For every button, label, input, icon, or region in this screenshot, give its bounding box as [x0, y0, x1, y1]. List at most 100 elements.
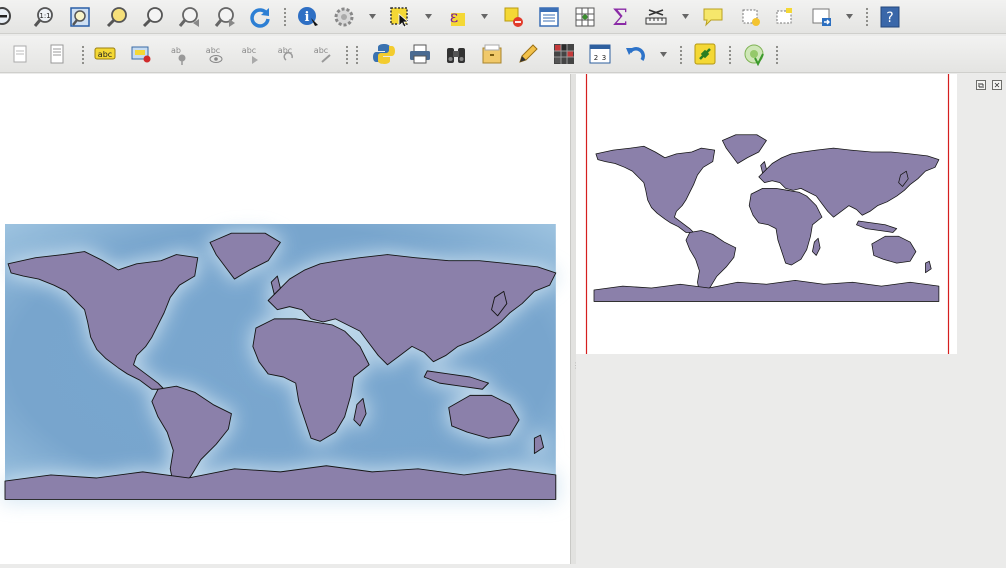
field-calculator-button[interactable]	[571, 3, 599, 31]
zoom-native-resolution-icon: 1:1	[33, 7, 53, 27]
svg-text:3: 3	[602, 54, 606, 62]
binoculars-search-button[interactable]	[442, 40, 470, 68]
text-annotation-button[interactable]	[699, 3, 727, 31]
antarctica-landmass	[593, 279, 940, 302]
north-america-landmass	[595, 145, 716, 233]
zoom-out-button[interactable]	[0, 3, 16, 31]
select-by-expression-icon: ε	[450, 7, 465, 26]
print-button[interactable]	[406, 40, 434, 68]
python-console-icon	[373, 44, 395, 64]
attribute-table-button[interactable]	[535, 3, 563, 31]
world-map	[1, 224, 559, 503]
change-label-icon: abc	[314, 46, 331, 63]
zoom-to-layer-icon	[142, 7, 163, 28]
georeferencer-icon	[744, 44, 764, 66]
svg-text:ε: ε	[450, 7, 458, 26]
float-panel-button[interactable]: ⧉	[976, 80, 986, 90]
show-hide-labels-icon: abc	[206, 46, 223, 63]
pin-labels-button[interactable]: ab	[164, 40, 192, 68]
composer-manager-icon	[50, 44, 64, 64]
statistical-summary-button[interactable]: Σ	[606, 3, 634, 31]
australia-landmass	[871, 235, 917, 264]
zoom-next-icon	[214, 7, 235, 27]
pencil-icon	[519, 44, 538, 63]
archive-folder-button[interactable]	[478, 40, 506, 68]
select-by-expression-button[interactable]: ε	[442, 3, 470, 31]
refresh-icon	[250, 8, 270, 28]
layer-diagram-button[interactable]	[127, 40, 155, 68]
zoom-last-button[interactable]	[176, 3, 204, 31]
new-print-composer-button[interactable]	[6, 40, 34, 68]
toolbar-separator	[82, 45, 84, 65]
zoom-out-icon	[0, 7, 11, 25]
zoom-to-selection-button[interactable]	[103, 3, 131, 31]
svg-text:abc: abc	[242, 46, 256, 55]
deselect-all-button[interactable]	[500, 3, 528, 31]
plugin-manager-button[interactable]	[691, 40, 719, 68]
whats-this-help-button[interactable]: ?	[876, 3, 904, 31]
africa-landmass	[748, 188, 823, 266]
zoom-to-layer-button[interactable]	[139, 3, 167, 31]
whats-this-help-icon: ?	[880, 6, 900, 28]
show-bookmarks-button[interactable]	[771, 3, 799, 31]
zoom-full-button[interactable]	[66, 3, 94, 31]
deselect-all-icon	[504, 7, 523, 27]
python-console-button[interactable]	[370, 40, 398, 68]
overview-dock-panel: ⧉ ✕	[576, 71, 1006, 564]
chevron-down-icon[interactable]	[681, 12, 690, 21]
change-label-button[interactable]: abc	[308, 40, 336, 68]
raster-grid-icon	[554, 44, 574, 64]
composer-manager-button[interactable]	[43, 40, 71, 68]
chevron-down-icon[interactable]	[480, 12, 489, 21]
map-canvas[interactable]	[0, 74, 570, 564]
move-label-button[interactable]: abc	[236, 40, 264, 68]
show-hide-labels-button[interactable]: abc	[200, 40, 228, 68]
svg-text:i: i	[305, 10, 310, 25]
print-icon	[410, 44, 430, 64]
overview-map-canvas[interactable]	[576, 71, 957, 357]
plugin-manager-icon	[694, 43, 716, 65]
refresh-button[interactable]	[246, 3, 274, 31]
chevron-down-icon[interactable]	[845, 12, 854, 21]
toolbar-separator	[729, 45, 731, 65]
toolbar-separator	[356, 45, 358, 65]
zoom-native-resolution-button[interactable]: 1:1	[30, 3, 58, 31]
zoom-full-icon	[70, 7, 90, 27]
identify-features-button[interactable]: i	[294, 3, 322, 31]
layer-labeling-button[interactable]: abc	[91, 40, 119, 68]
close-panel-button[interactable]: ✕	[992, 80, 1002, 90]
select-features-button[interactable]	[386, 3, 414, 31]
run-feature-action-button[interactable]	[330, 3, 358, 31]
move-label-icon: abc	[242, 46, 258, 64]
show-bookmarks-icon	[776, 8, 792, 24]
toolbar-separator	[284, 7, 286, 27]
toolbar-separator	[346, 45, 348, 65]
select-features-icon	[390, 7, 410, 28]
toolbar-separator	[776, 45, 778, 65]
chevron-down-icon[interactable]	[368, 12, 377, 21]
zoom-next-button[interactable]	[212, 3, 240, 31]
map-tips-button[interactable]	[808, 3, 836, 31]
new-bookmark-button[interactable]	[737, 3, 765, 31]
pin-labels-icon: ab	[171, 46, 186, 65]
rotate-label-button[interactable]: abc	[272, 40, 300, 68]
toolbar-separator	[680, 45, 682, 65]
chevron-down-icon[interactable]	[659, 50, 668, 59]
new-print-composer-icon	[13, 45, 27, 63]
plugins-toolbar: abc ab abc abc abc abc 23	[0, 36, 1006, 73]
pencil-button[interactable]	[514, 40, 542, 68]
measure-line-button[interactable]	[642, 3, 670, 31]
svg-text:abc: abc	[206, 46, 220, 55]
raster-grid-button[interactable]	[550, 40, 578, 68]
field-calculator-icon	[575, 7, 595, 27]
svg-text:Σ: Σ	[612, 6, 628, 29]
georeferencer-button[interactable]	[740, 40, 768, 68]
text-annotation-icon	[703, 8, 723, 27]
zoom-last-icon	[178, 7, 199, 27]
svg-text:abc: abc	[98, 50, 112, 59]
chevron-down-icon[interactable]	[424, 12, 433, 21]
svg-text:2: 2	[594, 54, 598, 62]
undo-button[interactable]	[622, 40, 650, 68]
overview-map	[585, 71, 950, 357]
numbered-grid-button[interactable]: 23	[586, 40, 614, 68]
